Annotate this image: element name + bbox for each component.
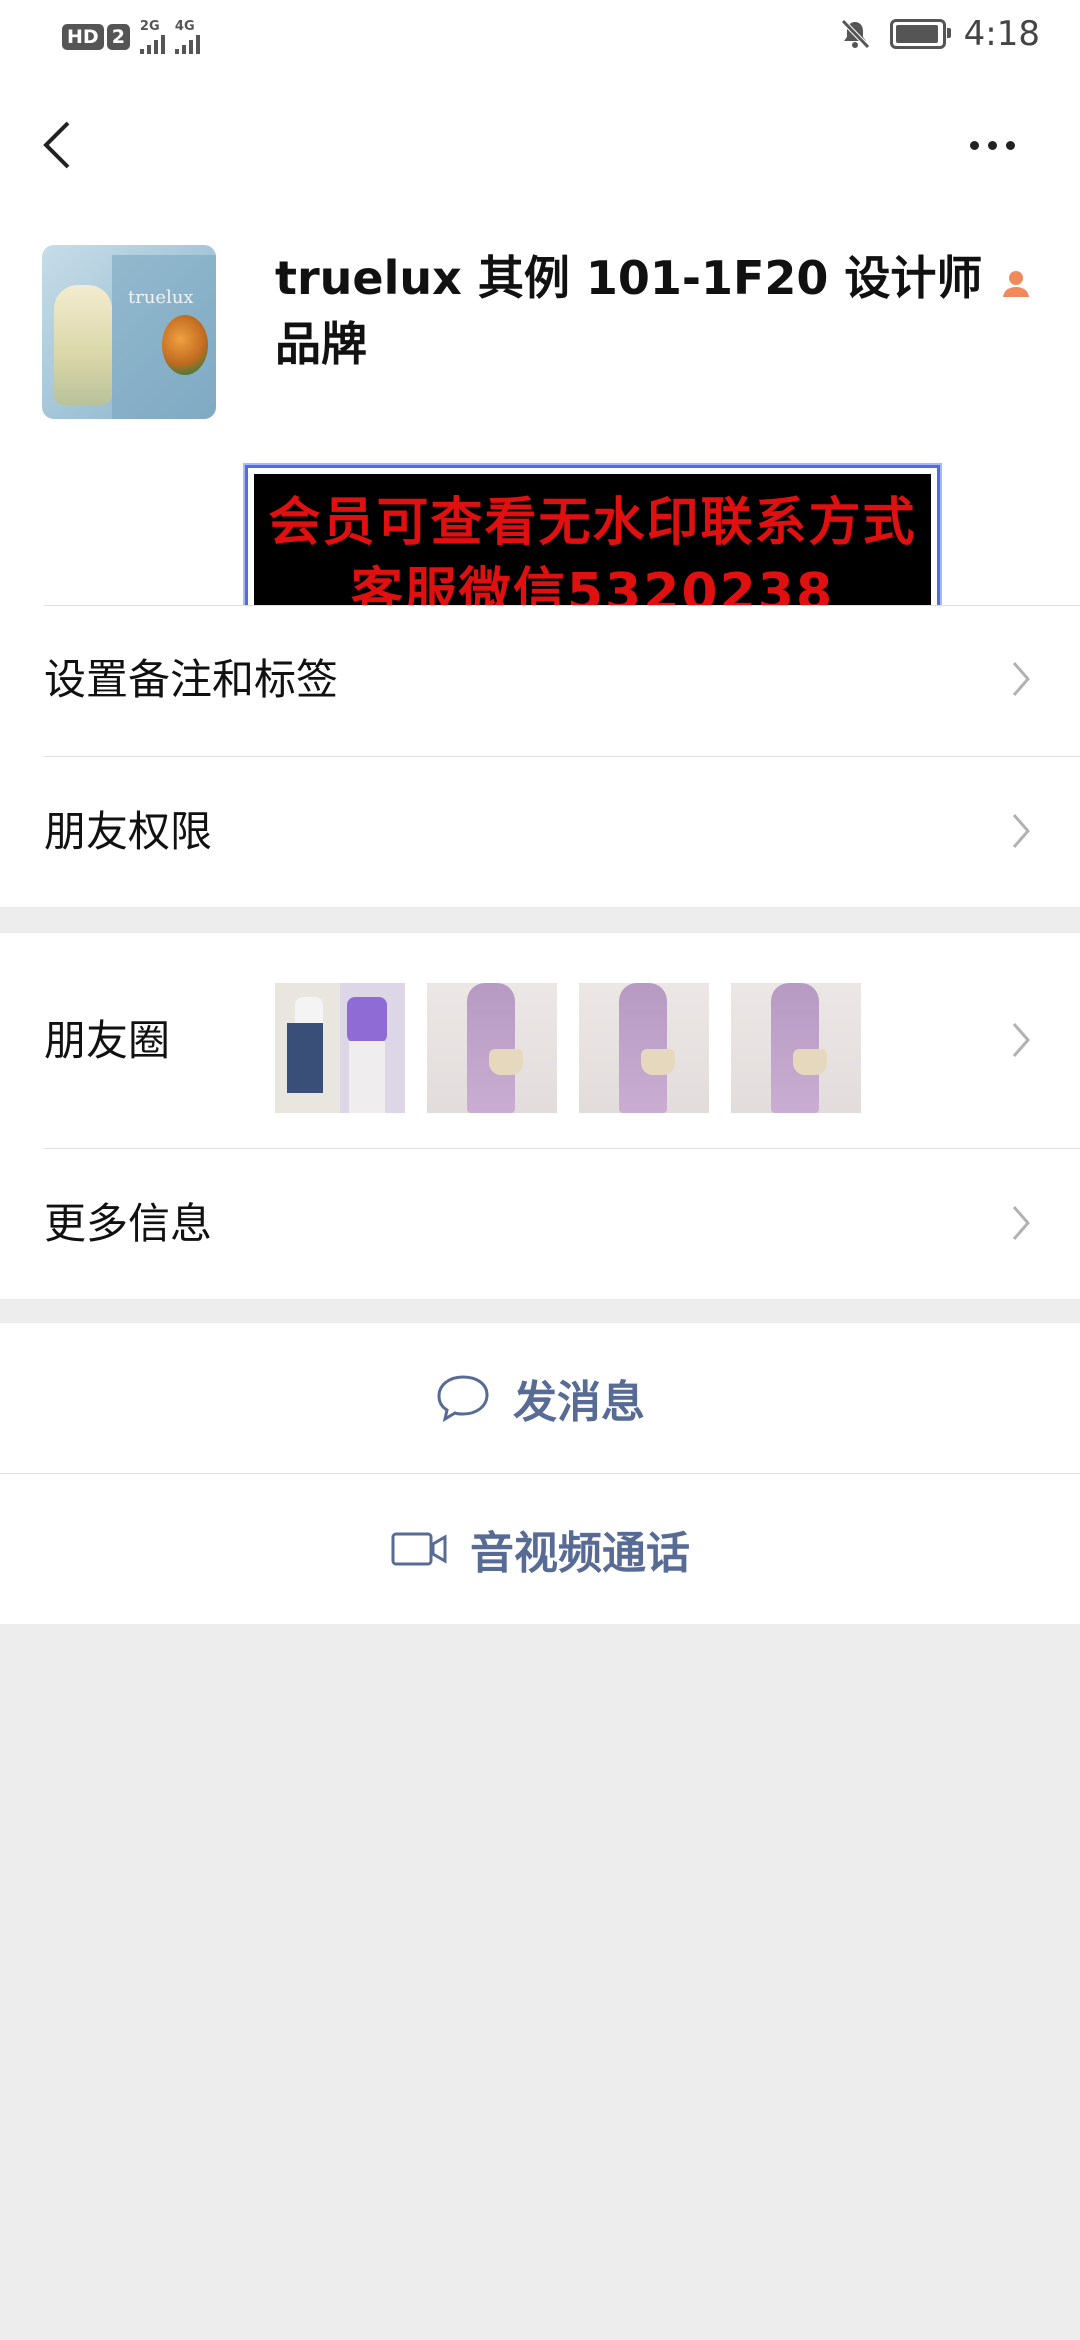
chevron-right-icon <box>1012 662 1030 696</box>
moment-thumbnail <box>731 983 861 1113</box>
status-bar: HD 2 2G 4G 4:18 <box>0 0 1080 75</box>
chevron-right-icon <box>1012 1206 1030 1240</box>
network-type-2: 4G <box>174 19 195 34</box>
moment-thumbnail <box>579 983 709 1113</box>
moments-row[interactable]: 朋友圈 <box>0 933 1080 1148</box>
network-type-1: 2G <box>139 19 160 34</box>
moments-section: 朋友圈 更多信息 <box>0 933 1080 1299</box>
sim-label: 2 <box>106 24 130 50</box>
settings-section: 设置备注和标签 朋友权限 <box>0 605 1080 907</box>
send-message-button[interactable]: 发消息 <box>0 1323 1080 1473</box>
hd-label: HD <box>62 24 104 50</box>
video-camera-icon <box>391 1532 447 1566</box>
send-message-label: 发消息 <box>513 1377 645 1428</box>
contact-person-icon <box>1003 271 1029 297</box>
video-call-label: 音视频通话 <box>470 1528 690 1579</box>
status-left: HD 2 2G 4G <box>62 20 200 54</box>
more-info-label: 更多信息 <box>44 1199 213 1248</box>
signal-4g-icon: 4G <box>174 19 200 54</box>
friend-permissions-label: 朋友权限 <box>44 807 213 856</box>
hd-badge: HD 2 <box>62 24 130 50</box>
chat-bubble-icon <box>437 1375 489 1423</box>
video-call-button[interactable]: 音视频通话 <box>0 1474 1080 1624</box>
avatar[interactable]: truelux <box>42 245 216 419</box>
remarks-tags-row[interactable]: 设置备注和标签 <box>0 605 1080 755</box>
watermark-line-1: 会员可查看无水印联系方式 <box>268 493 917 553</box>
avatar-logo-text: truelux <box>128 287 194 308</box>
profile-name-wrap: truelux 其例 101-1F20 设计师品牌 <box>275 245 995 377</box>
signal-2g-icon: 2G <box>139 19 165 54</box>
moment-thumbnail <box>427 983 557 1113</box>
profile-header: truelux truelux 其例 101-1F20 设计师品牌 会员可查看无… <box>0 75 1080 632</box>
moment-thumbnail <box>275 983 405 1113</box>
more-dots-icon[interactable] <box>970 130 1040 160</box>
chevron-right-icon <box>1012 814 1030 848</box>
battery-icon <box>889 19 951 49</box>
clock-time: 4:18 <box>963 14 1040 54</box>
status-right: 4:18 <box>838 14 1040 54</box>
profile-name: truelux 其例 101-1F20 设计师品牌 <box>275 251 983 371</box>
bell-muted-icon <box>840 19 870 49</box>
more-info-row[interactable]: 更多信息 <box>0 1149 1080 1299</box>
friend-permissions-row[interactable]: 朋友权限 <box>0 757 1080 907</box>
remarks-tags-label: 设置备注和标签 <box>44 655 339 704</box>
moments-label: 朋友圈 <box>44 1016 171 1065</box>
chevron-right-icon <box>1012 1023 1030 1057</box>
chevron-left-icon[interactable] <box>38 115 78 175</box>
